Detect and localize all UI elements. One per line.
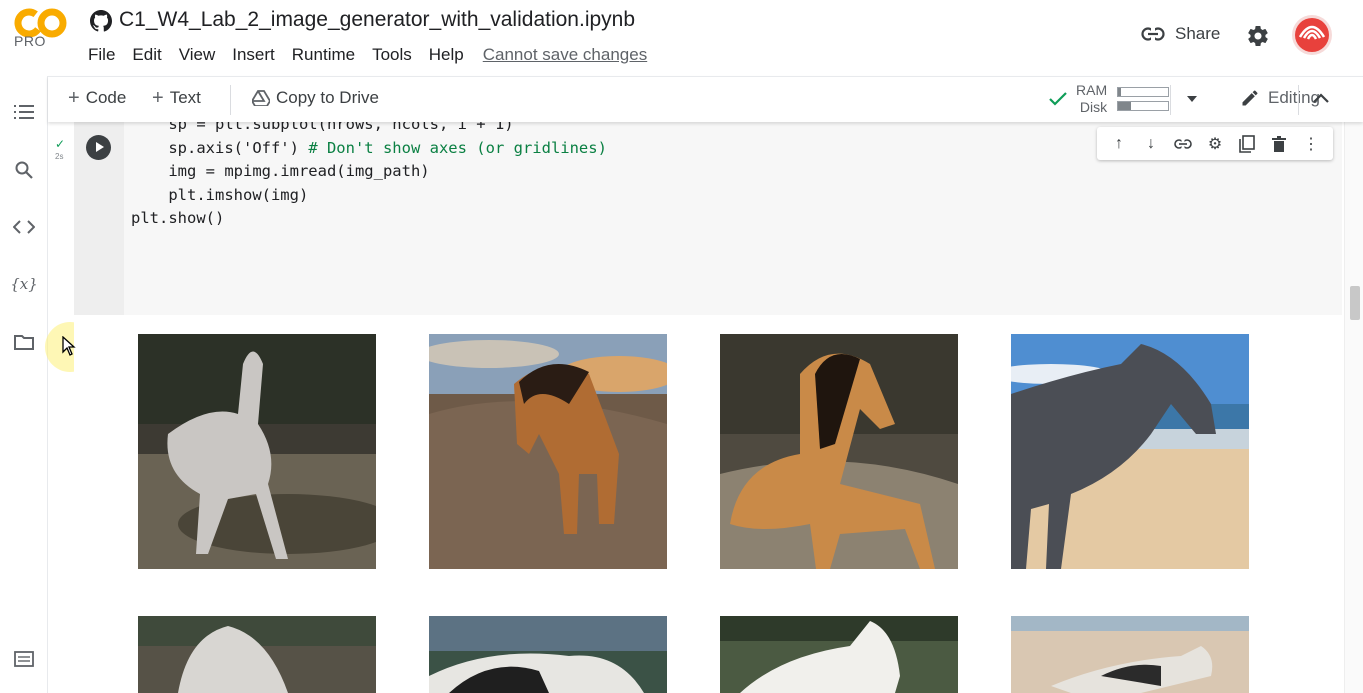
run-cell-button[interactable] <box>86 135 111 160</box>
ram-usage-fill <box>1118 88 1122 96</box>
code-line: img = mpimg.imread(img_path) <box>131 162 430 180</box>
cell-toolbar: ↑ ↓ ⚙ ⋮ <box>1097 127 1333 160</box>
code-comment: # Don't show axes (or gridlines) <box>308 138 607 157</box>
connected-check-icon <box>1049 92 1067 106</box>
scrollbar-thumb[interactable] <box>1350 286 1360 320</box>
drive-icon <box>252 90 270 106</box>
move-down-icon[interactable]: ↓ <box>1141 134 1161 154</box>
settings-icon[interactable]: ⚙ <box>1205 134 1225 154</box>
ram-usage-bar <box>1117 87 1170 97</box>
pencil-icon <box>1242 90 1258 106</box>
cannot-save-link[interactable]: Cannot save changes <box>483 45 647 65</box>
add-code-label: Code <box>85 88 127 107</box>
copy-to-drive-label: Copy to Drive <box>276 88 379 107</box>
ram-label: RAM <box>1076 82 1108 98</box>
output-image-pinto-horse-sand <box>1011 616 1249 693</box>
output-image-white-horse-stable <box>138 616 376 693</box>
output-image-pinto-horse-forest <box>429 616 667 693</box>
menu-file[interactable]: File <box>88 45 115 65</box>
menu-help[interactable]: Help <box>429 45 464 65</box>
code-editor[interactable]: sp = plt.subplot(nrows, ncols, i + 1) sp… <box>131 113 607 231</box>
menu-runtime[interactable]: Runtime <box>292 45 355 65</box>
collapse-chevron-up-icon[interactable] <box>1312 92 1330 104</box>
code-line: plt.imshow(img) <box>131 185 309 204</box>
toolbar-divider <box>1298 85 1299 115</box>
menu-view[interactable]: View <box>179 45 216 65</box>
menu-insert[interactable]: Insert <box>232 45 275 65</box>
execution-check-icon: ✓ <box>55 137 66 151</box>
share-label: Share <box>1175 24 1221 43</box>
left-sidebar: {x} <box>0 76 48 693</box>
code-line: plt.show() <box>131 209 225 227</box>
output-image-gray-horse-forest <box>138 334 376 569</box>
plus-icon: + <box>152 87 164 109</box>
avatar[interactable] <box>1292 15 1332 55</box>
mirror-cell-icon[interactable] <box>1237 134 1257 154</box>
vertical-scrollbar[interactable] <box>1344 122 1363 693</box>
notebook-toolbar: + Code + Text Copy to Drive RAM Disk Edi… <box>48 76 1363 122</box>
search-icon[interactable] <box>12 158 36 182</box>
files-icon[interactable] <box>12 330 36 354</box>
disk-usage-fill <box>1118 102 1131 110</box>
output-image-dark-horse-beach <box>1011 334 1249 569</box>
mouse-pointer-icon <box>62 336 76 356</box>
disk-usage-bar <box>1117 101 1170 111</box>
github-icon <box>90 10 112 32</box>
toolbar-divider <box>1170 85 1171 115</box>
link-icon <box>1141 27 1165 41</box>
add-text-label: Text <box>169 88 201 107</box>
resource-monitor[interactable]: RAM Disk <box>1048 82 1199 116</box>
output-image-white-horse-woods <box>720 616 958 693</box>
execution-time: 2s <box>55 152 64 161</box>
add-text-cell-button[interactable]: + Text <box>152 88 201 108</box>
disk-label: Disk <box>1079 99 1108 115</box>
settings-gear-icon[interactable] <box>1246 24 1270 48</box>
plus-icon: + <box>68 87 80 109</box>
cell-gutter <box>74 122 124 315</box>
add-code-cell-button[interactable]: + Code <box>68 88 126 108</box>
chevron-down-icon[interactable] <box>1185 94 1199 104</box>
menu-tools[interactable]: Tools <box>372 45 412 65</box>
pro-badge: PRO <box>14 33 46 49</box>
menu-bar: File Edit View Insert Runtime Tools Help… <box>88 45 664 65</box>
output-image-chestnut-horse-path <box>720 334 958 569</box>
menu-edit[interactable]: Edit <box>132 45 161 65</box>
header: PRO C1_W4_Lab_2_image_generator_with_val… <box>0 0 1363 76</box>
copy-to-drive-button[interactable]: Copy to Drive <box>252 88 379 108</box>
code-snippets-icon[interactable] <box>12 215 36 239</box>
editing-mode-button[interactable]: Editing <box>1240 88 1320 108</box>
more-icon[interactable]: ⋮ <box>1301 134 1321 154</box>
variables-icon[interactable]: {x} <box>10 272 38 296</box>
link-icon[interactable] <box>1173 134 1193 154</box>
toc-icon[interactable] <box>12 100 36 124</box>
move-up-icon[interactable]: ↑ <box>1109 134 1129 154</box>
notebook-title[interactable]: C1_W4_Lab_2_image_generator_with_validat… <box>119 8 635 32</box>
code-line: sp.axis('Off') # Don't show axes (or gri… <box>131 138 607 157</box>
delete-icon[interactable] <box>1269 134 1289 154</box>
share-button[interactable]: Share <box>1141 24 1220 44</box>
output-image-bay-horse-rocks <box>429 334 667 569</box>
toolbar-divider <box>230 85 231 115</box>
terminal-icon[interactable] <box>12 647 36 671</box>
